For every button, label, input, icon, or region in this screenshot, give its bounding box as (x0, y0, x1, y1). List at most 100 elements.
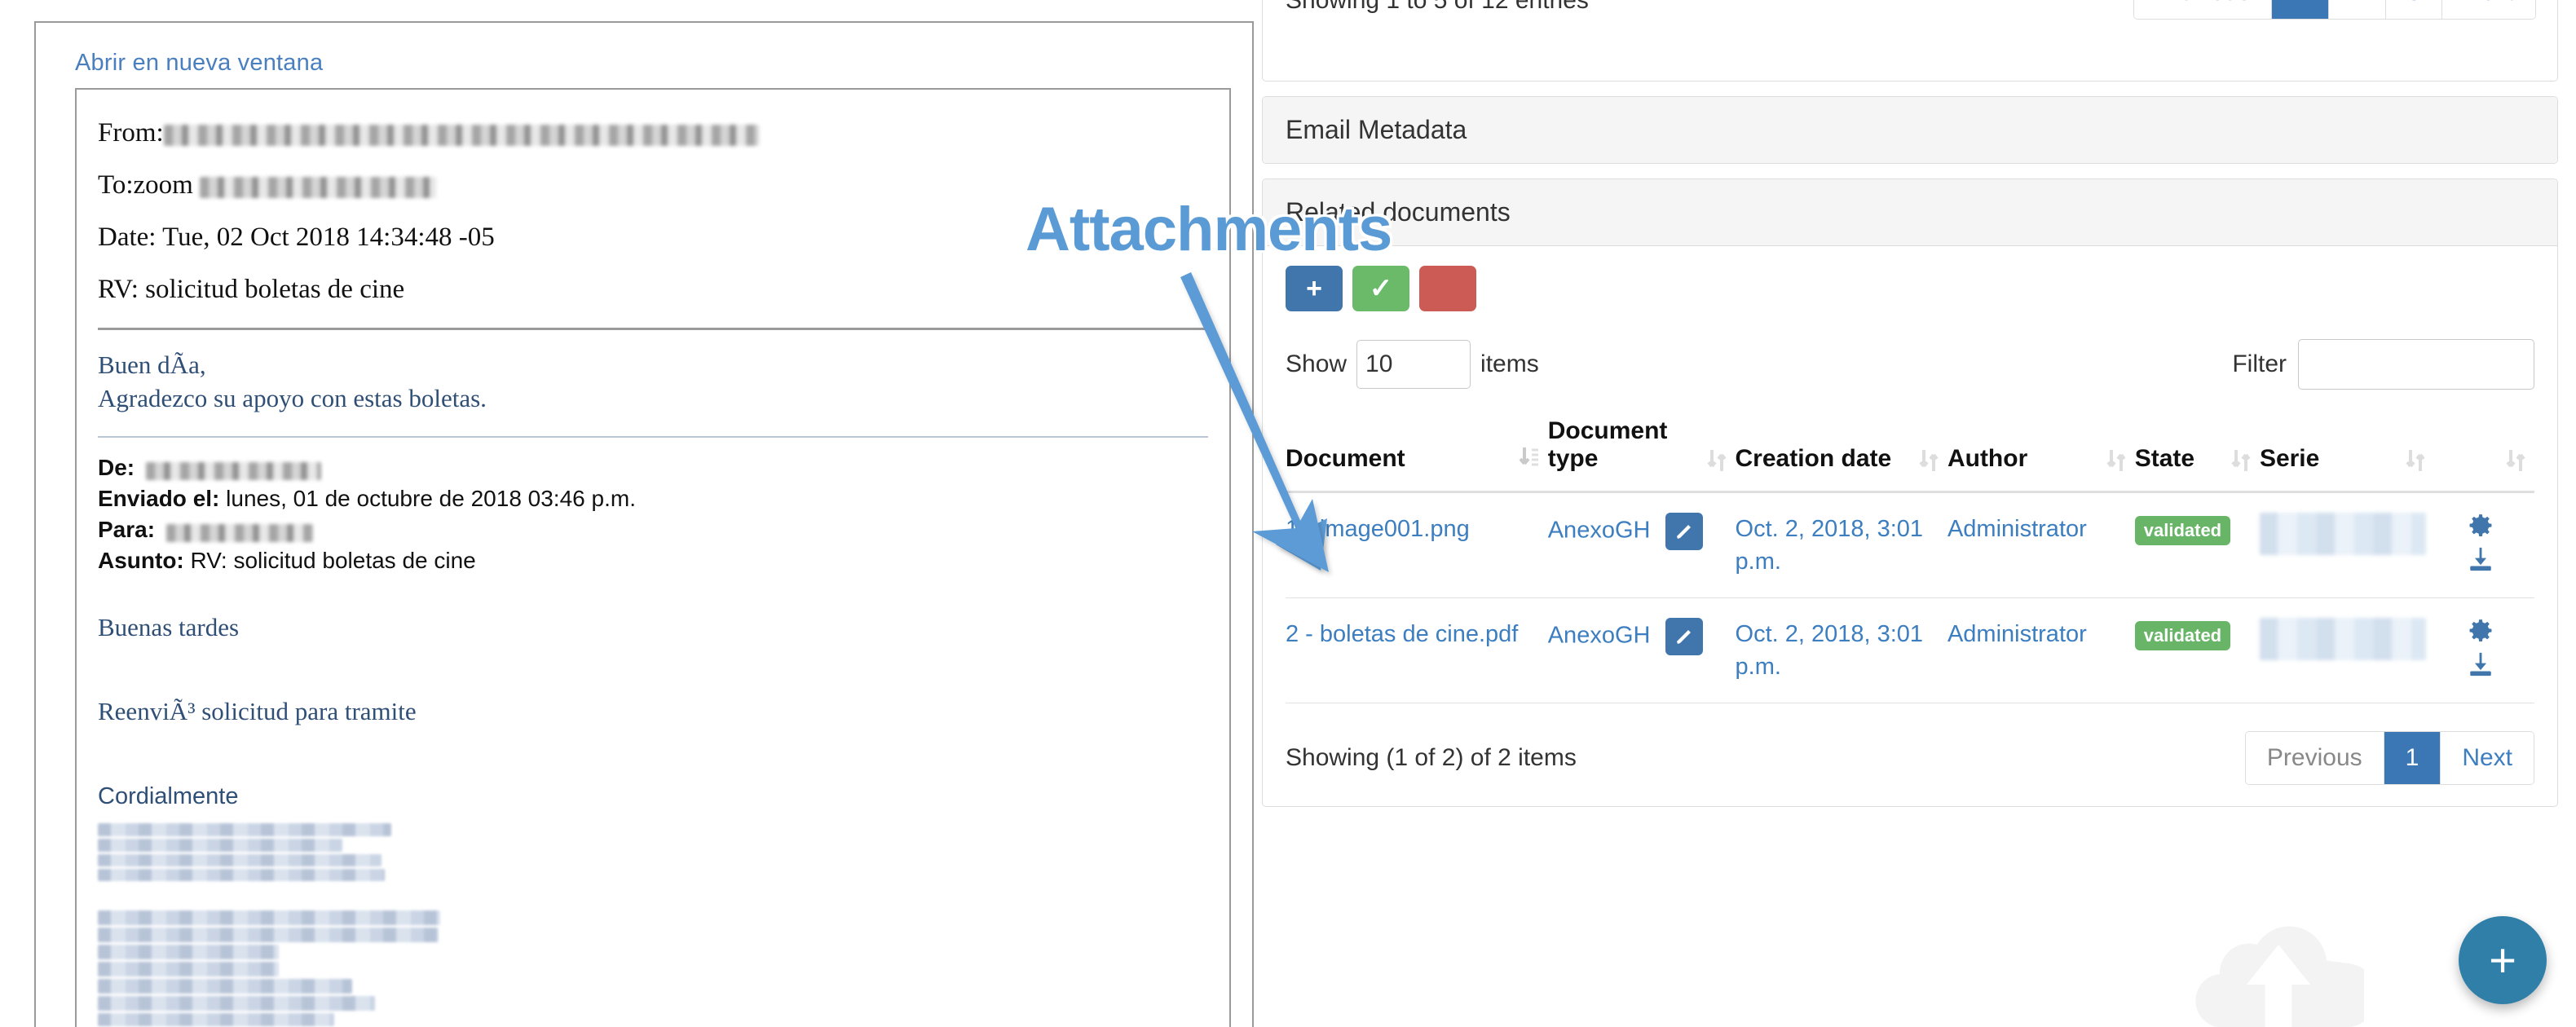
column-header-serie[interactable]: Serie (2260, 417, 2434, 492)
column-label: Serie (2260, 445, 2319, 473)
signature-bar (98, 962, 279, 976)
download-icon[interactable] (2467, 650, 2494, 678)
quoted-para-label: Para: (98, 517, 155, 542)
delete-document-button[interactable] (1419, 266, 1476, 311)
table-row[interactable]: 1 - image001.png AnexoGH Oct. 2, (1286, 492, 2534, 598)
email-body-line-1: Buenas tardes (98, 610, 1208, 644)
column-label: Creation date (1736, 445, 1892, 473)
signature-bar (98, 945, 279, 959)
pencil-icon (1674, 522, 1694, 541)
edit-document-type-button[interactable] (1665, 513, 1703, 550)
filter-input[interactable] (2298, 339, 2534, 390)
email-from-label: From: (98, 118, 164, 148)
quoted-de-redacted-value (146, 462, 321, 480)
column-header-author[interactable]: Author (1947, 417, 2135, 492)
email-body-line-2: ReenviÃ³ solicitud para tramite (98, 694, 1208, 728)
entries-pagination[interactable]: Previous 1 2 3 Next (2133, 0, 2536, 20)
pagination-page-3[interactable]: 3 (2386, 0, 2443, 19)
pagination-next[interactable]: Next (2441, 732, 2534, 784)
cell-row-actions (2434, 492, 2534, 598)
quoted-enviado-label: Enviado el: (98, 486, 219, 511)
cell-serie (2260, 598, 2434, 703)
related-documents-pagination[interactable]: Previous 1 Next (2245, 731, 2534, 785)
document-link[interactable]: boletas de cine.pdf (1320, 621, 1518, 647)
show-label: Show (1286, 350, 1347, 378)
column-header-state[interactable]: State (2135, 417, 2260, 492)
email-from-line: From: (98, 116, 1208, 150)
related-documents-panel-title[interactable]: Related documents (1263, 179, 2557, 246)
column-header-document-type[interactable]: Document type (1548, 417, 1736, 492)
pagination-previous[interactable]: Previous (2246, 732, 2384, 784)
table-footer: Showing (1 of 2) of 2 items Previous 1 N… (1286, 731, 2534, 785)
sort-both-icon[interactable] (1918, 448, 1939, 473)
quoted-de-label: De: (98, 455, 135, 480)
email-from-redacted-value (164, 125, 759, 146)
entries-showing-text: Showing 1 to 5 of 12 entries (1286, 0, 1589, 15)
pagination-previous[interactable]: Previous (2134, 0, 2273, 19)
column-label: Author (1947, 445, 2027, 473)
related-documents-table: Document Document type (1286, 417, 2534, 703)
status-badge: validated (2135, 516, 2230, 545)
entries-panel-stub: Showing 1 to 5 of 12 entries Previous 1 … (1262, 0, 2558, 82)
show-entries-input[interactable] (1356, 340, 1471, 389)
pagination-page-1[interactable]: 1 (2272, 0, 2329, 19)
pagination-page-2[interactable]: 2 (2329, 0, 2386, 19)
document-link[interactable]: image001.png (1320, 516, 1470, 542)
cell-document-type: AnexoGH (1548, 492, 1736, 598)
quoted-enviado-line: Enviado el: lunes, 01 de octubre de 2018… (98, 483, 1208, 514)
cell-state: validated (2135, 598, 2260, 703)
sort-asc-icon[interactable] (1519, 445, 1540, 473)
email-metadata-panel-title[interactable]: Email Metadata (1263, 97, 2557, 163)
validate-document-button[interactable]: ✓ (1352, 266, 1409, 311)
cell-creation-date: Oct. 2, 2018, 3:01 p.m. (1736, 492, 1947, 598)
attachments-annotation-label: Attachments (1026, 194, 1392, 265)
signature-bar (98, 823, 391, 836)
signature-bar (98, 979, 352, 994)
pagination-page-1[interactable]: 1 (2384, 732, 2441, 784)
table-body: 1 - image001.png AnexoGH Oct. 2, (1286, 492, 2534, 703)
pagination-next[interactable]: Next (2442, 0, 2535, 19)
table-row[interactable]: 2 - boletas de cine.pdf AnexoGH (1286, 598, 2534, 703)
column-label: Document (1286, 445, 1405, 473)
sort-both-icon[interactable] (2230, 448, 2252, 473)
gear-icon[interactable] (2467, 513, 2494, 540)
sort-both-icon[interactable] (1706, 448, 1727, 473)
cell-author: Administrator (1947, 598, 2135, 703)
column-header-actions[interactable] (2434, 417, 2534, 492)
cell-creation-date: Oct. 2, 2018, 3:01 p.m. (1736, 598, 1947, 703)
plus-icon: + (2489, 933, 2516, 988)
divider-light (98, 436, 1208, 438)
filter-label: Filter (2232, 350, 2287, 378)
status-badge: validated (2135, 621, 2230, 650)
related-documents-panel-body: + ✓ Show items Filt (1263, 246, 2557, 806)
gear-icon[interactable] (2467, 618, 2494, 646)
sort-both-icon[interactable] (2505, 448, 2526, 473)
add-document-button[interactable]: + (1286, 266, 1343, 311)
quoted-asunto-label: Asunto: (98, 548, 184, 573)
quoted-asunto-value: RV: solicitud boletas de cine (191, 548, 476, 573)
email-greeting: Buen dÃ­a, Agradezco su apoyo con estas … (98, 348, 1208, 415)
sort-both-icon[interactable] (2106, 448, 2127, 473)
table-controls: Show items Filter (1286, 339, 2534, 390)
open-in-new-window-link[interactable]: Abrir en nueva ventana (75, 49, 1231, 77)
cell-state: validated (2135, 492, 2260, 598)
row-index: 2 - (1286, 621, 1320, 647)
download-icon[interactable] (2467, 545, 2494, 573)
plus-icon: + (1306, 273, 1322, 305)
cell-document: 1 - image001.png (1286, 492, 1548, 598)
email-preview-pane: Abrir en nueva ventana From: To:zoom Dat… (0, 0, 1262, 1027)
signature-redacted-block-2 (98, 910, 1208, 1026)
table-header-row: Document Document type (1286, 417, 2534, 492)
sort-both-icon[interactable] (2405, 448, 2426, 473)
email-signoff: Cordialmente (98, 780, 1208, 813)
email-greeting-line-1: Buen dÃ­a, (98, 348, 1208, 381)
signature-bar (98, 1013, 334, 1026)
signature-bar (98, 910, 440, 925)
email-metadata-panel[interactable]: Email Metadata (1262, 96, 2558, 164)
quoted-asunto-line: Asunto: RV: solicitud boletas de cine (98, 545, 1208, 576)
quoted-para-redacted-value (166, 524, 313, 542)
edit-document-type-button[interactable] (1665, 618, 1703, 655)
column-header-creation-date[interactable]: Creation date (1736, 417, 1947, 492)
add-floating-action-button[interactable]: + (2459, 916, 2547, 1004)
column-header-document[interactable]: Document (1286, 417, 1548, 492)
